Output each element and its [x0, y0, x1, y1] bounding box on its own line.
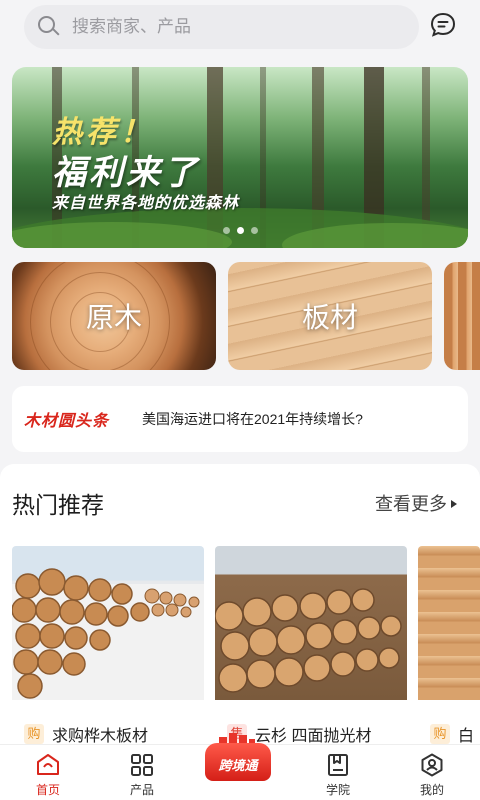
view-more-label: 查看更多: [375, 494, 447, 514]
nav-academy[interactable]: 学院: [290, 745, 386, 800]
carousel-dot: [250, 227, 258, 234]
buy-tag: 购: [24, 724, 44, 744]
product-image: [418, 546, 480, 700]
nav-profile[interactable]: 我的: [384, 745, 480, 800]
bottom-nav: 首页 产品 跨境通 学院 我的: [0, 733, 480, 800]
nav-label: 我的: [419, 783, 444, 797]
nav-label: 产品: [129, 783, 154, 797]
buy-tag: 购: [430, 724, 450, 744]
product-image: [215, 546, 407, 700]
product-card[interactable]: 售 云杉 四面抛光材: [215, 546, 407, 746]
category-logs[interactable]: 原木: [12, 262, 216, 370]
search-bar[interactable]: [24, 5, 419, 49]
carousel-dot: [222, 227, 230, 234]
news-logo: 木材圆头条: [24, 413, 110, 430]
product-name: 求购桦木板材: [52, 728, 149, 745]
nav-cross-border[interactable]: 跨境通: [205, 731, 271, 781]
product-card[interactable]: 购 求购桦木板材: [12, 546, 204, 746]
nav-home[interactable]: 首页: [0, 745, 96, 800]
profile-icon: [420, 753, 444, 777]
nav-products[interactable]: 产品: [94, 745, 190, 800]
top-bar: [0, 0, 480, 56]
category-more[interactable]: [444, 262, 480, 370]
product-title: 购 求购桦木板材: [24, 722, 148, 746]
search-input[interactable]: [72, 17, 372, 37]
carousel-indicator: [12, 227, 468, 234]
product-title: 购 白: [430, 722, 474, 746]
category-boards[interactable]: 板材: [228, 262, 432, 370]
category-label: 板材: [301, 302, 358, 333]
banner-subtitle: 来自世界各地的优选森林: [52, 195, 240, 212]
nav-label: 跨境通: [218, 758, 258, 773]
news-headline[interactable]: 美国海运进口将在2021年持续增长?: [142, 409, 363, 429]
promo-banner[interactable]: 热荐！ 福利来了 来自世界各地的优选森林: [12, 67, 468, 248]
chat-bubble-icon[interactable]: [430, 12, 456, 38]
product-image: [12, 546, 204, 700]
grid-icon: [130, 753, 154, 777]
carousel-dot-active: [236, 227, 244, 234]
nav-label: 学院: [325, 783, 350, 797]
product-name: 白: [458, 728, 475, 745]
product-name: 云杉 四面抛光材: [255, 728, 372, 745]
view-more-link[interactable]: 查看更多: [375, 490, 457, 516]
caret-right-icon: [451, 500, 457, 508]
home-icon: [36, 753, 60, 777]
category-label: 原木: [85, 302, 142, 333]
nav-label: 首页: [35, 783, 60, 797]
news-ticker[interactable]: 木材圆头条 美国海运进口将在2021年持续增长?: [12, 386, 468, 452]
book-icon: [326, 753, 350, 777]
section-title: 热门推荐: [12, 492, 104, 518]
product-card[interactable]: 购 白: [418, 546, 480, 746]
search-icon: [38, 16, 60, 38]
banner-headline-2: 福利来了: [52, 154, 200, 192]
hot-recommendations: 热门推荐 查看更多 购 求购桦木板材 云杉 四面抛光材 购 白: [0, 464, 480, 746]
